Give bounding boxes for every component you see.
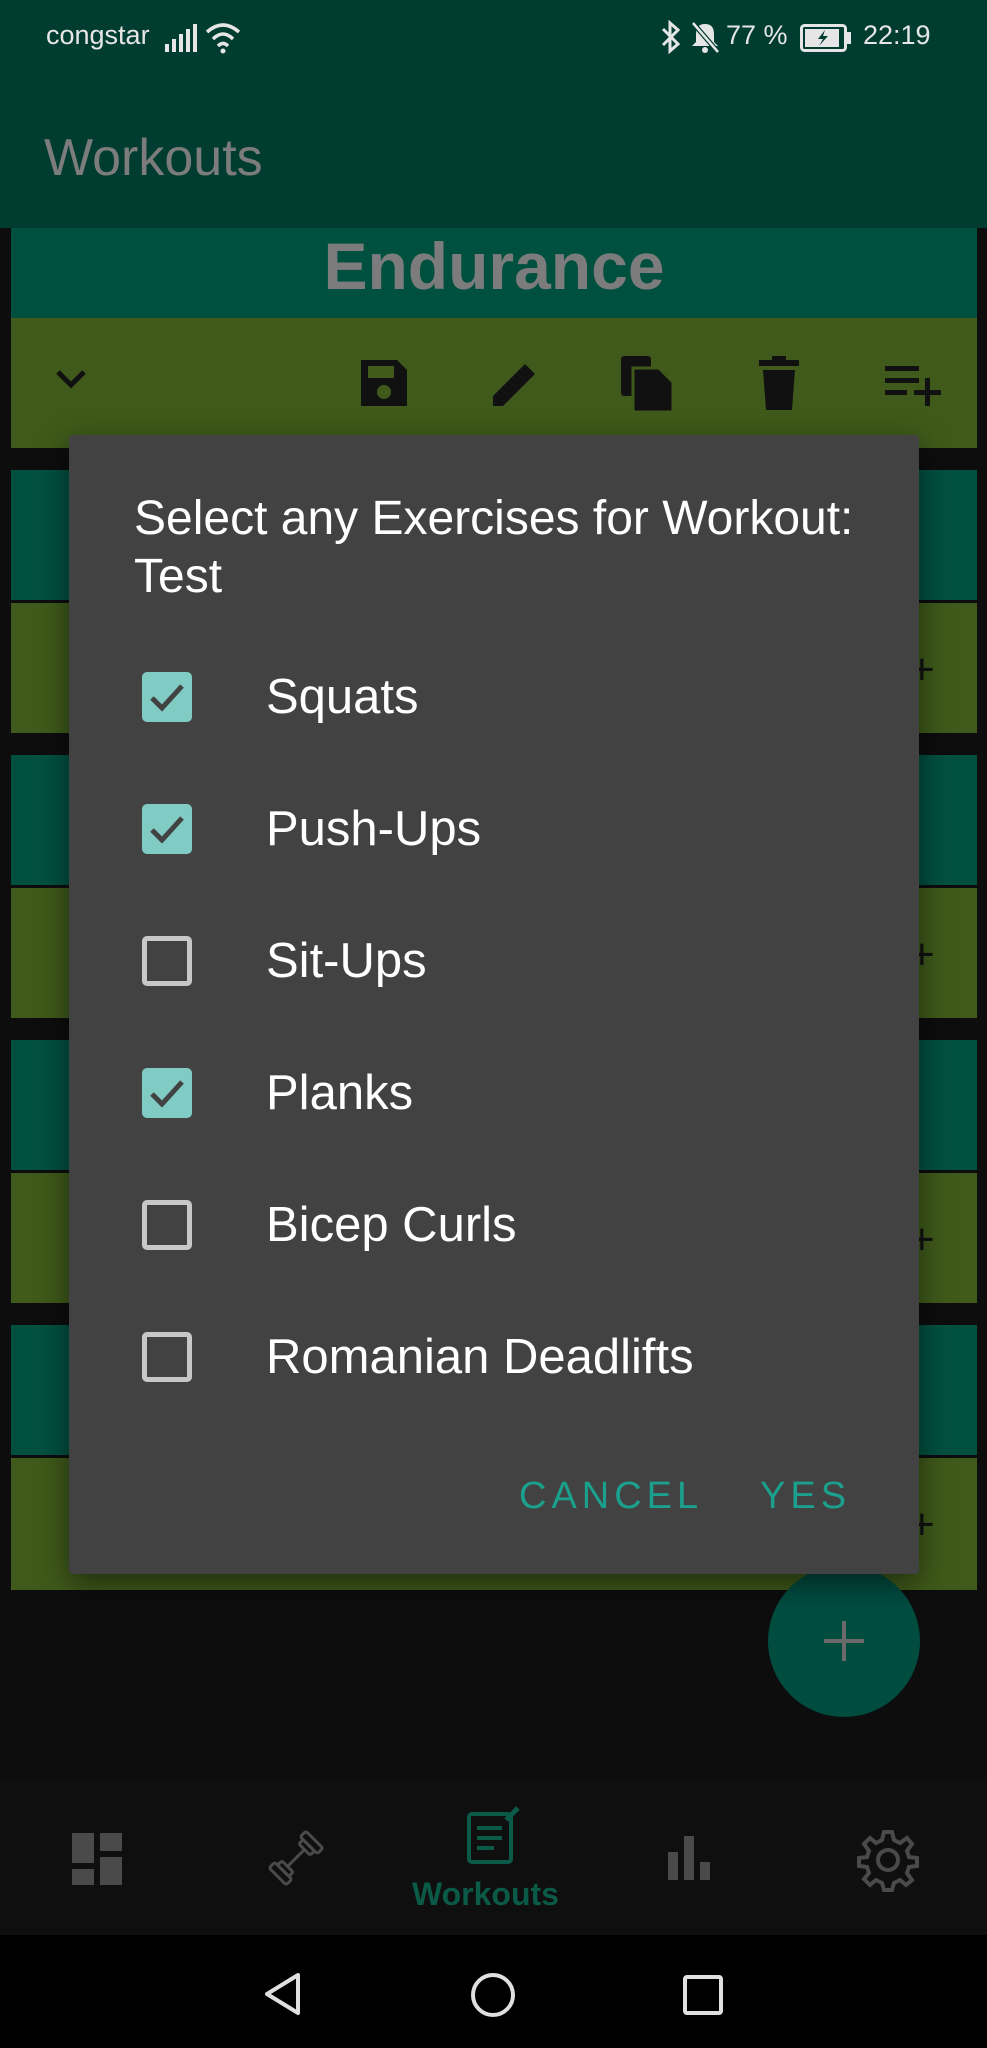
- check-icon: [150, 1080, 184, 1108]
- copy-icon[interactable]: [619, 354, 675, 412]
- plus-icon: [824, 1621, 864, 1661]
- battery-icon: [800, 24, 851, 52]
- wifi-icon: [205, 23, 241, 54]
- exercise-label: Push-Ups: [266, 802, 482, 856]
- stats-icon[interactable]: [668, 1836, 712, 1880]
- checkbox-unchecked[interactable]: [142, 1332, 192, 1382]
- exercise-label: Bicep Curls: [266, 1198, 517, 1252]
- checkbox-unchecked[interactable]: [142, 936, 192, 986]
- status-bar: congstar 77 % 22:19: [0, 0, 987, 76]
- checkbox-checked[interactable]: [142, 672, 192, 722]
- checkbox-unchecked[interactable]: [142, 1200, 192, 1250]
- add-workout-button[interactable]: [768, 1565, 920, 1717]
- dumbbell-icon[interactable]: [266, 1828, 326, 1888]
- exercise-label: Sit-Ups: [266, 934, 427, 988]
- app-bar: Workouts: [0, 76, 987, 228]
- back-icon[interactable]: [262, 1971, 304, 2017]
- workout-card[interactable]: Endurance: [11, 228, 977, 448]
- exercise-label: Romanian Deadlifts: [266, 1330, 694, 1384]
- clock: 22:19: [863, 20, 931, 50]
- exercise-option[interactable]: Planks: [69, 1028, 919, 1160]
- nav-label-workouts: Workouts: [412, 1876, 559, 1912]
- yes-button[interactable]: YES: [760, 1475, 851, 1518]
- recents-icon[interactable]: [682, 1974, 724, 2016]
- carrier-name: congstar: [46, 20, 150, 50]
- cancel-button[interactable]: CANCEL: [519, 1475, 703, 1518]
- home-icon[interactable]: [470, 1972, 516, 2018]
- playlist-add-icon[interactable]: [885, 362, 941, 406]
- dashboard-icon[interactable]: [72, 1833, 124, 1885]
- workout-title: Endurance: [323, 229, 665, 303]
- bluetooth-icon: [661, 20, 681, 54]
- check-icon: [150, 684, 184, 712]
- edit-icon[interactable]: [489, 358, 541, 410]
- page-title: Workouts: [44, 129, 263, 187]
- save-icon[interactable]: [359, 358, 409, 408]
- workout-card-header: Endurance: [11, 228, 977, 318]
- workout-toolbar: [11, 318, 977, 448]
- workouts-icon: [467, 1806, 520, 1864]
- exercise-option[interactable]: Bicep Curls: [69, 1160, 919, 1292]
- exercise-option[interactable]: Squats: [69, 632, 919, 764]
- exercise-option[interactable]: Sit-Ups: [69, 896, 919, 1028]
- exercise-option[interactable]: Romanian Deadlifts: [69, 1292, 919, 1424]
- mute-icon: [691, 21, 720, 54]
- delete-icon[interactable]: [757, 356, 801, 410]
- battery-percentage: 77 %: [726, 20, 788, 50]
- dialog-title: Select any Exercises for Workout: Test: [134, 492, 854, 603]
- system-navigation: [0, 1935, 987, 2048]
- settings-icon[interactable]: [856, 1828, 920, 1892]
- chevron-down-icon[interactable]: [55, 368, 87, 390]
- exercise-label: Squats: [266, 670, 419, 724]
- exercise-option[interactable]: Push-Ups: [69, 764, 919, 896]
- select-exercises-dialog: Select any Exercises for Workout: Test S…: [69, 435, 919, 1574]
- check-icon: [150, 816, 184, 844]
- checkbox-checked[interactable]: [142, 804, 192, 854]
- bottom-navigation: Workouts: [0, 1780, 987, 1935]
- signal-icon: [165, 24, 197, 52]
- checkbox-checked[interactable]: [142, 1068, 192, 1118]
- exercise-label: Planks: [266, 1066, 414, 1120]
